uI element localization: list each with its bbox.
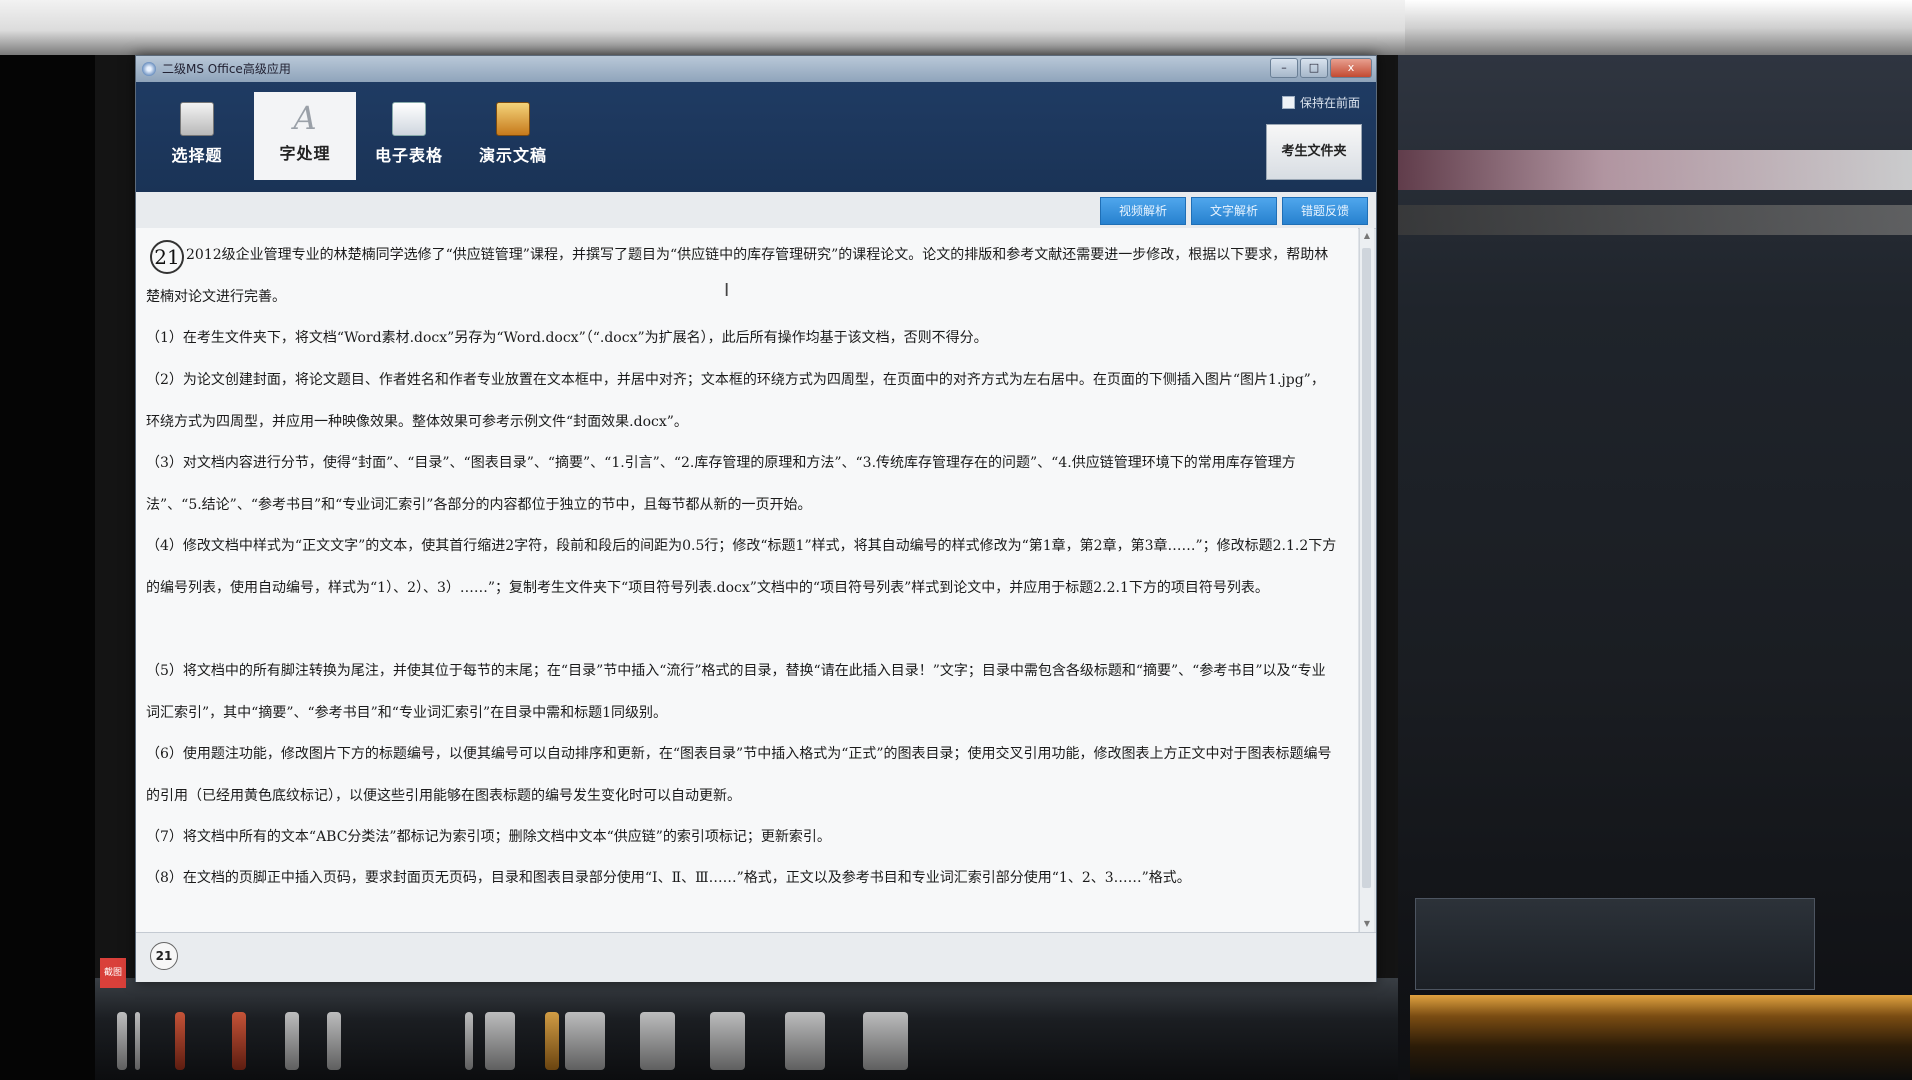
question-nav-bar: 21 — [136, 932, 1376, 982]
choice-icon — [180, 102, 214, 136]
desktop-right-box — [1415, 898, 1815, 990]
question-nav-item[interactable]: 21 — [150, 942, 178, 970]
text-analysis-button[interactable]: 文字解析 — [1191, 197, 1277, 225]
window-controls: – □ x — [1270, 58, 1372, 78]
app-icon — [142, 62, 156, 76]
candidate-folder-button[interactable]: 考生文件夹 — [1266, 124, 1362, 180]
taskbar-item[interactable] — [545, 1012, 559, 1070]
question-item-7: （7）将文档中所有的文本“ABC分类法”都标记为索引项；删除文档中文本“供应链”… — [146, 829, 831, 845]
tab-presentation[interactable]: 演示文稿 — [462, 92, 564, 180]
side-tab[interactable]: 截图 — [100, 958, 126, 988]
taskbar-item[interactable] — [863, 1012, 908, 1070]
content-scrollbar[interactable]: ▲ ▼ — [1359, 228, 1374, 932]
exam-window: 二级MS Office高级应用 – □ x 选择题 A 字处理 电子表格 演示文… — [135, 55, 1377, 982]
taskbar-item[interactable] — [232, 1012, 246, 1070]
taskbar-item[interactable] — [117, 1012, 127, 1070]
question-intro: 2012级企业管理专业的林楚楠同学选修了“供应链管理”课程，并撰写了题目为“供应… — [146, 247, 1329, 305]
taskbar-item[interactable] — [465, 1012, 473, 1070]
desktop-orange-bar — [1410, 995, 1912, 1080]
keep-front-checkbox[interactable] — [1281, 96, 1295, 109]
question-content: 21 2012级企业管理专业的林楚楠同学选修了“供应链管理”课程，并撰写了题目为… — [136, 228, 1358, 932]
question-item-3: （3）对文档内容进行分节，使得“封面”、“目录”、“图表目录”、“摘要”、“1.… — [146, 455, 1296, 513]
question-item-1: （1）在考生文件夹下，将文档“Word素材.docx”另存为“Word.docx… — [146, 330, 988, 346]
minimize-button[interactable]: – — [1270, 58, 1298, 78]
action-toolbar: 视频解析 文字解析 错题反馈 — [136, 192, 1376, 229]
taskbar-item[interactable] — [485, 1012, 515, 1070]
question-item-4: （4）修改文档中样式为“正文文字”的文本，使其首行缩进2字符，段前和段后的间距为… — [146, 538, 1337, 596]
keep-front-label: 保持在前面 — [1299, 96, 1360, 110]
keep-front-toggle[interactable]: 保持在前面 — [1281, 94, 1360, 111]
question-item-8: （8）在文档的页脚正中插入页码，要求封面页无页码，目录和图表目录部分使用“Ⅰ、Ⅱ… — [146, 870, 1191, 886]
maximize-button[interactable]: □ — [1300, 58, 1328, 78]
window-title: 二级MS Office高级应用 — [162, 62, 291, 76]
presentation-icon — [496, 102, 530, 136]
taskbar — [95, 978, 1398, 1080]
taskbar-item[interactable] — [710, 1012, 745, 1070]
tab-label: 字处理 — [279, 144, 331, 163]
taskbar-item[interactable] — [285, 1012, 299, 1070]
taskbar-item[interactable] — [175, 1012, 185, 1070]
tab-label: 演示文稿 — [478, 146, 547, 165]
question-item-6: （6）使用题注功能，修改图片下方的标题编号，以便其编号可以自动排序和更新，在“图… — [146, 746, 1332, 804]
tab-label: 电子表格 — [374, 146, 443, 165]
tab-choice[interactable]: 选择题 — [146, 92, 248, 180]
spreadsheet-icon — [392, 102, 426, 136]
taskbar-item[interactable] — [565, 1012, 605, 1070]
taskbar-item[interactable] — [640, 1012, 675, 1070]
title-bar[interactable]: 二级MS Office高级应用 – □ x — [136, 56, 1376, 82]
error-feedback-button[interactable]: 错题反馈 — [1282, 197, 1368, 225]
taskbar-item[interactable] — [135, 1012, 140, 1070]
desktop-right-stripe — [1398, 150, 1912, 190]
app-header: 选择题 A 字处理 电子表格 演示文稿 保持在前面 考生文件夹 — [136, 82, 1376, 192]
word-icon: A — [293, 99, 317, 137]
tab-word[interactable]: A 字处理 — [254, 92, 356, 180]
question-item-5: （5）将文档中的所有脚注转换为尾注，并使其位于每节的末尾；在“目录”节中插入“流… — [146, 663, 1326, 721]
question-item-2: （2）为论文创建封面，将论文题目、作者姓名和作者专业放置在文本框中，并居中对齐；… — [146, 372, 1325, 430]
close-button[interactable]: x — [1330, 58, 1372, 78]
text-cursor-icon: I — [724, 280, 730, 301]
scroll-thumb[interactable] — [1362, 248, 1371, 888]
taskbar-item[interactable] — [785, 1012, 825, 1070]
desktop-left-area — [0, 55, 95, 1080]
scroll-up-icon[interactable]: ▲ — [1362, 230, 1372, 242]
scroll-down-icon[interactable]: ▼ — [1362, 918, 1372, 930]
desktop-right-stripe-2 — [1398, 205, 1912, 235]
tab-spreadsheet[interactable]: 电子表格 — [358, 92, 460, 180]
taskbar-item[interactable] — [327, 1012, 341, 1070]
tab-label: 选择题 — [171, 146, 223, 165]
video-analysis-button[interactable]: 视频解析 — [1100, 197, 1186, 225]
